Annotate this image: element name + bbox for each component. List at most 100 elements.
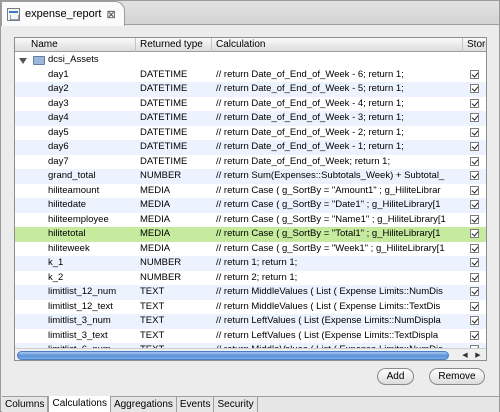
tab-events[interactable]: Events — [177, 397, 215, 412]
stored-checkbox[interactable] — [470, 185, 479, 195]
row-calculation: // return Case ( g_SortBy = "Amount1" ; … — [216, 184, 441, 196]
row-returned-type: DATETIME — [140, 141, 188, 152]
table-row[interactable]: limitlist_3_text TEXT // return LeftValues… — [15, 329, 486, 344]
column-header-calculation[interactable]: Calculation — [212, 38, 463, 52]
row-returned-type: TEXT — [140, 286, 165, 297]
row-returned-type: DATETIME — [140, 112, 188, 123]
row-stored — [463, 126, 486, 141]
column-header-name[interactable]: Name — [15, 38, 136, 52]
stored-checkbox[interactable] — [470, 258, 479, 267]
row-name: k_2 — [48, 271, 64, 283]
row-stored — [463, 300, 486, 315]
stored-checkbox[interactable] — [470, 272, 479, 282]
tab-aggregations[interactable]: Aggregations — [111, 397, 177, 412]
row-returned-type: MEDIA — [140, 213, 171, 225]
tab-security[interactable]: Security — [214, 397, 258, 412]
table-row[interactable]: k_2 NUMBER // return 2; return 1; — [15, 271, 486, 286]
column-header-stored[interactable]: Stored — [463, 38, 486, 52]
stored-checkbox[interactable] — [470, 200, 479, 209]
table-row[interactable]: day2 DATETIME // return Date_of_End_of_Wee… — [15, 82, 486, 97]
stored-checkbox[interactable] — [470, 113, 479, 122]
scroll-right-icon[interactable]: ▶ — [472, 349, 484, 360]
row-name: hiliteemployee — [48, 213, 109, 225]
table-row[interactable]: day3 DATETIME // return Date_of_End_of_Wee… — [15, 97, 486, 112]
row-name: hilitetotal — [48, 228, 86, 239]
row-stored — [463, 256, 486, 271]
table-row[interactable]: hilitetotal MEDIA // return Case ( g_SortB… — [15, 227, 486, 242]
add-button[interactable]: Add — [377, 368, 414, 385]
stored-checkbox[interactable] — [470, 142, 479, 151]
row-returned-type: MEDIA — [140, 184, 171, 196]
horizontal-scroll-thumb[interactable] — [17, 351, 449, 360]
row-returned-type: DATETIME — [140, 155, 188, 167]
stored-checkbox[interactable] — [470, 301, 479, 311]
stored-checkbox[interactable] — [470, 316, 479, 325]
calculations-panel: Name Returned type Calculation Stored dc… — [2, 26, 499, 395]
row-calculation: // return Case ( g_SortBy = "Week1" ; g_… — [216, 242, 445, 254]
row-name: hiliteamount — [48, 184, 100, 196]
row-stored — [463, 111, 486, 126]
row-stored — [463, 314, 486, 329]
stored-checkbox[interactable] — [470, 243, 479, 253]
table-row[interactable]: day1 DATETIME // return Date_of_End_of_Wee… — [15, 68, 486, 83]
table-header: Name Returned type Calculation Stored — [15, 38, 486, 52]
group-name: dcsi_Assets — [48, 54, 99, 65]
row-returned-type: MEDIA — [140, 199, 171, 210]
tab-calculations[interactable]: Calculations — [48, 396, 111, 412]
remove-button[interactable]: Remove — [429, 368, 485, 385]
table-rows: dcsi_Assets day1 DATETIME // return Date_o… — [15, 53, 486, 358]
table-row[interactable]: k_1 NUMBER // return 1; return 1; — [15, 256, 486, 271]
row-returned-type: DATETIME — [140, 83, 188, 94]
table-row[interactable]: day4 DATETIME // return Date_of_End_of_Wee… — [15, 111, 486, 126]
row-calculation: // return 1; return 1; — [216, 257, 298, 268]
editor-tab-bar: expense_report ⊠ — [1, 1, 499, 26]
close-tab-icon[interactable]: ⊠ — [106, 8, 115, 21]
table-row[interactable]: limitlist_12_text TEXT // return MiddleVal… — [15, 300, 486, 315]
row-stored — [463, 169, 486, 184]
table-row[interactable]: limitlist_3_num TEXT // return LeftValues … — [15, 314, 486, 329]
row-calculation: // return Sum(Expenses::Subtotals_Week) … — [216, 170, 445, 181]
row-calculation: // return Case ( g_SortBy = "Total1" ; g… — [216, 228, 441, 239]
row-returned-type: MEDIA — [140, 228, 171, 239]
table-row[interactable]: hiliteemployee MEDIA // return Case ( g_So… — [15, 213, 486, 228]
table-row[interactable]: hiliteweek MEDIA // return Case ( g_SortBy… — [15, 242, 486, 257]
row-calculation: // return Date_of_End_of_Week - 4; retur… — [216, 97, 404, 109]
scroll-left-icon[interactable]: ◀ — [459, 349, 471, 360]
stored-checkbox[interactable] — [470, 69, 479, 79]
row-name: grand_total — [48, 170, 96, 181]
row-returned-type: DATETIME — [140, 97, 188, 109]
stored-checkbox[interactable] — [470, 171, 479, 180]
table-row[interactable]: day7 DATETIME // return Date_of_End_of_Wee… — [15, 155, 486, 170]
row-stored — [463, 271, 486, 286]
horizontal-scrollbar[interactable]: ◀ ▶ — [15, 348, 486, 360]
table-row[interactable]: hiliteamount MEDIA // return Case ( g_Sort… — [15, 184, 486, 199]
tree-group-row[interactable]: dcsi_Assets — [15, 53, 486, 68]
stored-checkbox[interactable] — [470, 229, 479, 238]
table-row[interactable]: day6 DATETIME // return Date_of_End_of_Wee… — [15, 140, 486, 155]
calculations-table[interactable]: Name Returned type Calculation Stored dc… — [14, 37, 487, 361]
row-calculation: // return Date_of_End_of_Week - 5; retur… — [216, 83, 404, 94]
row-stored — [463, 184, 486, 199]
row-calculation: // return Case ( g_SortBy = "Name1" ; g_… — [216, 213, 446, 225]
editor-window: expense_report ⊠ Name Returned type Calc… — [0, 0, 500, 412]
tab-columns[interactable]: Columns — [2, 397, 49, 412]
table-row[interactable]: limitlist_12_num TEXT // return MiddleValu… — [15, 285, 486, 300]
table-row[interactable]: grand_total NUMBER // return Sum(Expenses:… — [15, 169, 486, 184]
stored-checkbox[interactable] — [470, 127, 479, 137]
stored-checkbox[interactable] — [470, 287, 479, 296]
stored-checkbox[interactable] — [470, 330, 479, 340]
table-row[interactable]: hilitedate MEDIA // return Case ( g_SortBy… — [15, 198, 486, 213]
row-stored — [463, 68, 486, 83]
report-file-icon — [7, 7, 20, 21]
row-name: hilitedate — [48, 199, 87, 210]
stored-checkbox[interactable] — [470, 98, 479, 108]
stored-checkbox[interactable] — [470, 156, 479, 166]
editor-tab-expense-report[interactable]: expense_report ⊠ — [1, 1, 125, 26]
table-row[interactable]: day5 DATETIME // return Date_of_End_of_Wee… — [15, 126, 486, 141]
stored-checkbox[interactable] — [470, 84, 479, 93]
row-calculation: // return LeftValues ( List (Expense Lim… — [216, 315, 441, 326]
row-returned-type: NUMBER — [140, 170, 182, 181]
column-header-returned-type[interactable]: Returned type — [136, 38, 212, 52]
editor-tab-title: expense_report — [25, 8, 102, 20]
stored-checkbox[interactable] — [470, 214, 479, 224]
